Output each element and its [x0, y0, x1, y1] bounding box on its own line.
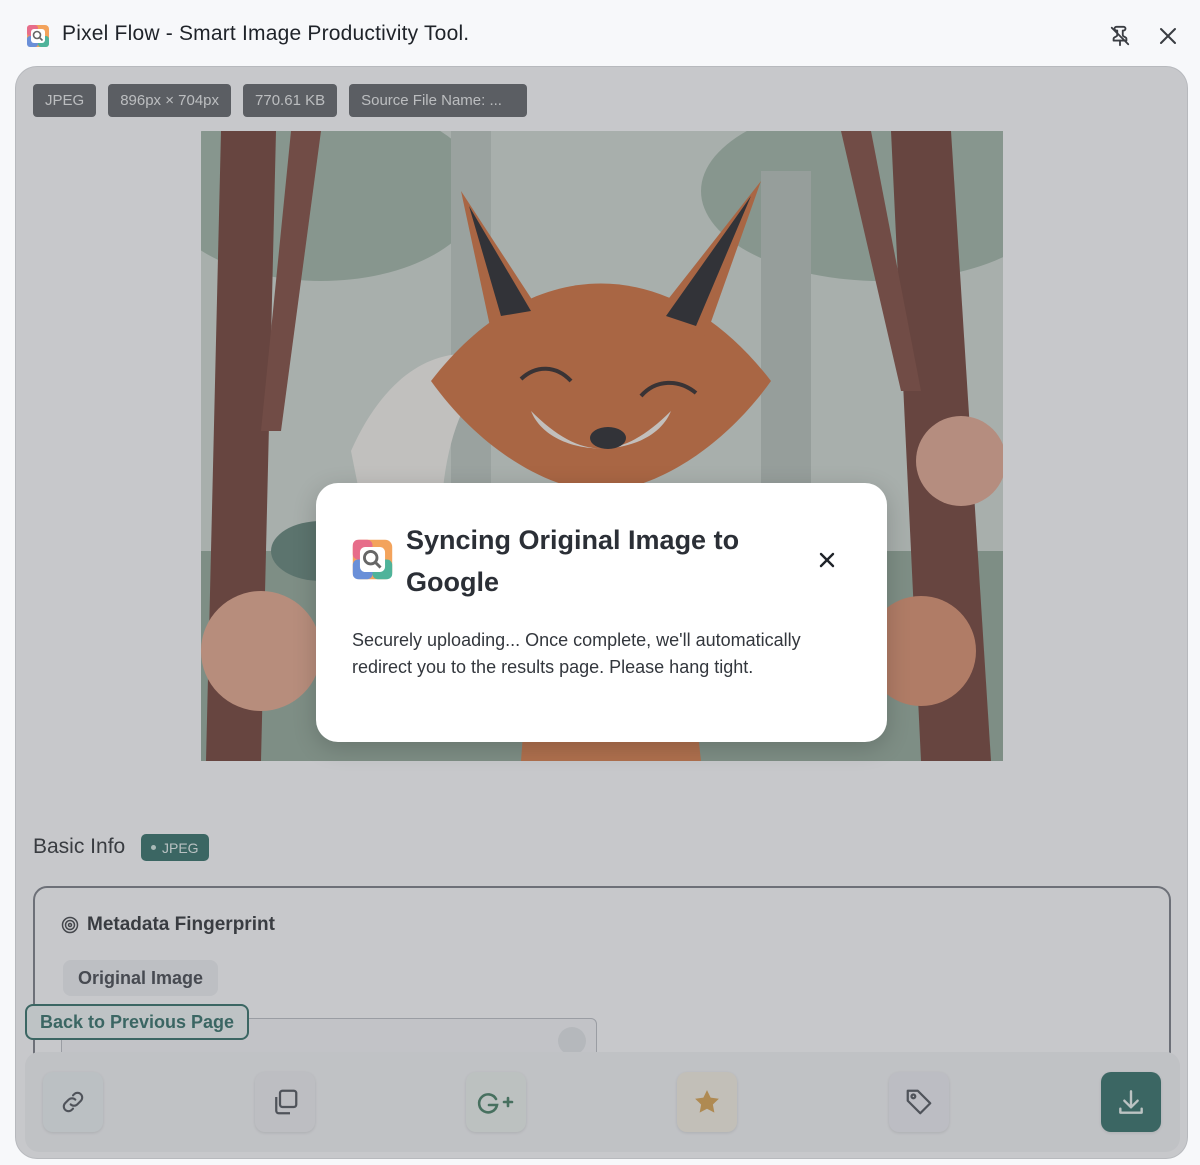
close-icon — [1160, 28, 1176, 44]
close-icon — [819, 552, 835, 568]
window-title: Pixel Flow - Smart Image Productivity To… — [62, 22, 470, 45]
pin-off-icon — [1110, 25, 1130, 47]
sync-dialog: Syncing Original Image to Google Securel… — [316, 483, 887, 742]
dialog-message: Securely uploading... Once complete, we'… — [352, 630, 801, 677]
app-logo-icon — [352, 539, 393, 580]
dialog-close-button[interactable] — [812, 545, 842, 575]
title-bar: Pixel Flow - Smart Image Productivity To… — [0, 0, 1200, 64]
app-logo-icon — [27, 25, 49, 47]
window-close-button[interactable] — [1154, 22, 1182, 50]
dialog-title: Syncing Original Image to Google — [406, 525, 740, 597]
unpin-button[interactable] — [1106, 22, 1134, 50]
